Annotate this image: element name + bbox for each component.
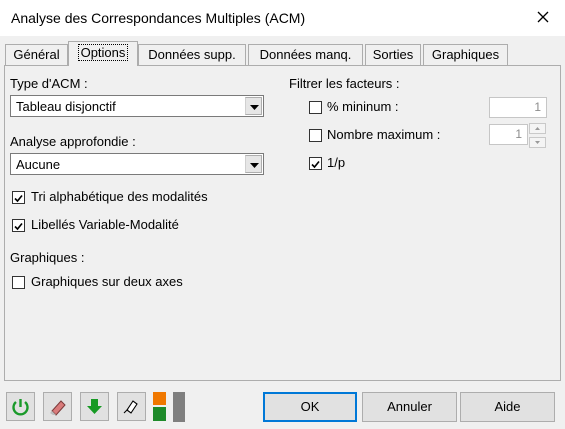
chevron-down-icon[interactable] [529,137,546,148]
analyse-value: Aucune [16,157,61,172]
chevron-down-icon[interactable] [245,155,262,173]
analyse-label: Analyse approfondie : [10,134,136,149]
minimum-input[interactable]: 1 [489,97,547,118]
tab-general[interactable]: Général [5,44,68,65]
chevron-up-icon[interactable] [529,123,546,134]
tab-label: Graphiques [431,47,500,62]
color-slider[interactable] [173,392,185,422]
graphiques-heading: Graphiques : [10,250,85,265]
tab-donnees-manq[interactable]: Données manq. [248,44,363,65]
tri-label: Tri alphabétique des modalités [31,189,208,204]
ok-button[interactable]: OK [263,392,357,422]
type-acm-select[interactable]: Tableau disjonctif [10,95,264,117]
color-swatch-icon[interactable] [150,392,172,421]
maximum-checkbox[interactable] [309,129,322,142]
window-title: Analyse des Correspondances Multiples (A… [11,10,306,26]
tab-label: Général [13,47,60,62]
tab-label: Données supp. [148,47,236,62]
inv-p-label: 1/p [327,155,346,170]
graphiques-deux-axes-checkbox[interactable] [12,276,25,289]
title-bar: Analyse des Correspondances Multiples (A… [0,0,565,36]
inv-p-checkbox[interactable] [309,157,322,170]
maximum-stepper[interactable] [529,123,546,148]
minimum-checkbox[interactable] [309,101,322,114]
close-icon[interactable] [530,6,556,30]
graphiques-deux-axes-label: Graphiques sur deux axes [31,274,183,289]
filtrer-heading: Filtrer les facteurs : [289,76,400,91]
type-acm-value: Tableau disjonctif [16,99,116,114]
tab-label: Options [77,44,129,61]
cancel-button[interactable]: Annuler [362,392,457,422]
chevron-down-icon[interactable] [245,97,262,115]
help-button[interactable]: Aide [460,392,555,422]
reset-icon[interactable] [6,392,35,421]
tab-label: Sorties [372,47,414,62]
tri-checkbox[interactable] [12,191,25,204]
tab-options[interactable]: Options [68,41,138,66]
minimum-label: % mininum : [327,99,399,114]
libelles-checkbox[interactable] [12,219,25,232]
eraser-icon[interactable] [43,392,72,421]
type-acm-label: Type d'ACM : [10,76,88,91]
tab-graphiques[interactable]: Graphiques [423,44,508,65]
tab-sorties[interactable]: Sorties [365,44,421,65]
libelles-label: Libellés Variable-Modalité [31,217,179,232]
maximum-input[interactable]: 1 [489,124,528,145]
mouse-selection-icon[interactable] [117,392,146,421]
analyse-select[interactable]: Aucune [10,153,264,175]
tab-donnees-supp[interactable]: Données supp. [138,44,246,65]
down-arrow-icon[interactable] [80,392,109,421]
maximum-label: Nombre maximum : [327,127,441,142]
tab-label: Données manq. [259,47,352,62]
